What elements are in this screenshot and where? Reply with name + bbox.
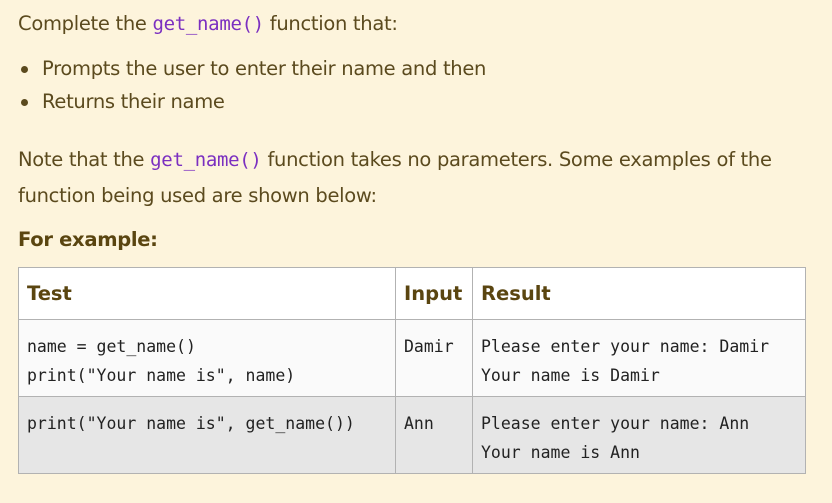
list-item: Returns their name: [18, 85, 486, 118]
input-cell: Ann: [395, 396, 473, 474]
intro-before: Complete the: [18, 12, 153, 35]
example-heading: For example:: [18, 228, 158, 251]
note-text: Note that the get_name() function takes …: [18, 142, 772, 213]
intro-after: function that:: [263, 12, 398, 35]
header-test: Test: [18, 267, 396, 320]
input-cell: Damir: [395, 319, 473, 397]
requirements-list: Prompts the user to enter their name and…: [18, 52, 486, 118]
list-item: Prompts the user to enter their name and…: [18, 52, 486, 85]
header-input: Input: [395, 267, 473, 320]
table-header-row: Test Input Result: [18, 267, 806, 320]
function-name-code: get_name(): [152, 13, 264, 35]
header-result: Result: [472, 267, 806, 320]
function-name-code: get_name(): [150, 149, 262, 171]
note-before: Note that the: [18, 148, 151, 171]
examples-table: Test Input Result name = get_name() prin…: [18, 267, 806, 474]
result-cell: Please enter your name: Ann Your name is…: [472, 396, 806, 474]
test-cell: name = get_name() print("Your name is", …: [18, 319, 396, 397]
note-line2: function being used are shown below:: [18, 184, 377, 207]
intro-text: Complete the get_name() function that:: [18, 6, 398, 42]
table-row: print("Your name is", get_name()) Ann Pl…: [18, 396, 806, 474]
table-row: name = get_name() print("Your name is", …: [18, 319, 806, 397]
result-cell: Please enter your name: Damir Your name …: [472, 319, 806, 397]
test-cell: print("Your name is", get_name()): [18, 396, 396, 474]
note-after: function takes no parameters. Some examp…: [261, 148, 772, 171]
